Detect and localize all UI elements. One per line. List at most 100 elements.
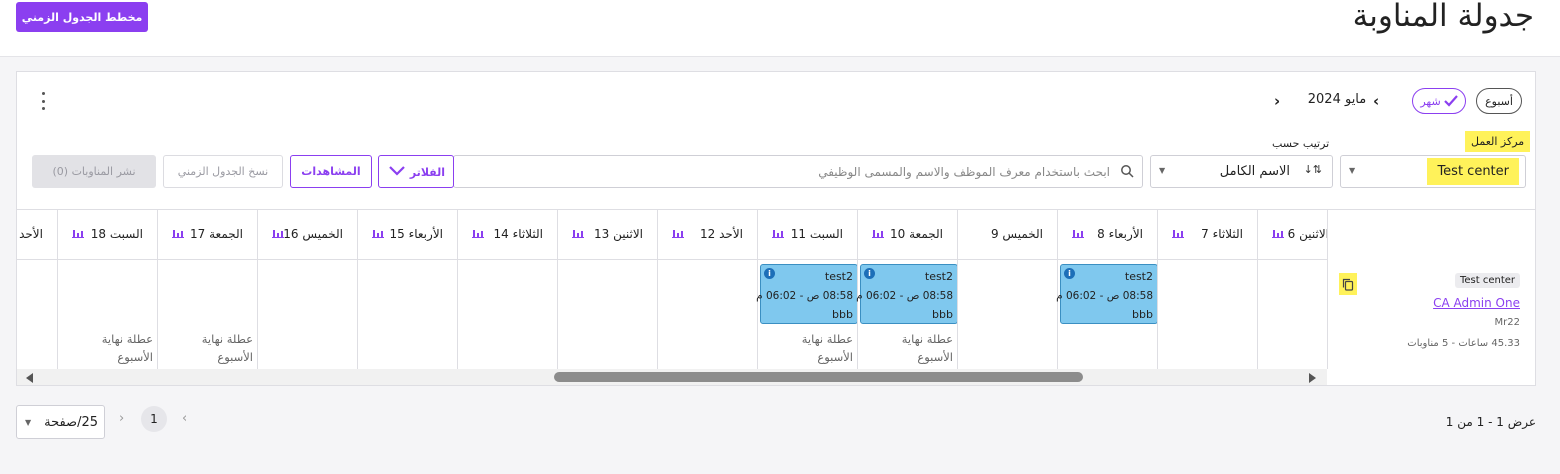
day-cell[interactable] xyxy=(957,260,1057,369)
employee-stats: 45.33 ساعات - 5 مناوبات xyxy=(1407,338,1520,349)
shift-card[interactable]: i test2 08:58 ص - 06:02 م bbb xyxy=(1056,264,1158,324)
shift-time: 08:58 ص - 06:02 م xyxy=(856,290,953,302)
copy-schedule-button[interactable]: نسخ الجدول الزمني xyxy=(163,155,283,188)
search-placeholder: ابحث باستخدام معرف الموظف والاسم والمسمى… xyxy=(818,165,1110,179)
bar-chart-icon[interactable] xyxy=(1072,228,1084,238)
bar-chart-icon[interactable] xyxy=(572,228,584,238)
day-label: الثلاثاء 14 xyxy=(493,227,543,241)
day-cell[interactable] xyxy=(457,260,557,369)
horizontal-scrollbar[interactable] xyxy=(17,369,1327,385)
search-input[interactable]: ابحث باستخدام معرف الموظف والاسم والمسمى… xyxy=(453,155,1143,188)
previous-page-icon[interactable]: › xyxy=(119,411,124,426)
search-icon xyxy=(1121,165,1134,178)
bar-chart-icon[interactable] xyxy=(72,228,84,238)
scrollbar-thumb[interactable] xyxy=(554,372,1083,382)
page-size-select[interactable]: 25/صفحة ▼ xyxy=(16,405,105,439)
bar-chart-icon[interactable] xyxy=(872,228,884,238)
sort-by-label: ترتيب حسب xyxy=(1272,137,1330,150)
employee-name-link[interactable]: CA Admin One xyxy=(1433,296,1520,310)
day-header-sun: الأحد xyxy=(17,210,57,260)
bar-chart-icon[interactable] xyxy=(472,228,484,238)
chevron-down-icon xyxy=(389,166,405,176)
bar-chart-icon[interactable] xyxy=(172,228,184,238)
day-header-16[interactable]: الخميس 16 xyxy=(257,210,357,260)
shift-card[interactable]: i test2 08:58 ص - 06:02 م bbb xyxy=(856,264,958,324)
day-cell[interactable]: i test2 08:58 ص - 06:02 م bbb عطلة نهاية… xyxy=(856,260,958,369)
day-header-14[interactable]: الثلاثاء 14 xyxy=(457,210,557,260)
bar-chart-icon[interactable] xyxy=(1272,228,1284,238)
sort-select[interactable]: ↓⇅ الاسم الكامل ▼ xyxy=(1150,155,1333,188)
day-header-18[interactable]: السبت 18 xyxy=(57,210,157,260)
employee-cell: Test center CA Admin One Mr22 45.33 ساعا… xyxy=(1327,260,1535,369)
work-center-value: Test center xyxy=(1427,158,1519,185)
employee-header-cell xyxy=(1327,210,1535,260)
day-label: الثلاثاء 7 xyxy=(1201,227,1243,241)
weekend-label: عطلة نهاية الأسبوع xyxy=(893,330,953,366)
day-header-10[interactable]: الجمعة 10 xyxy=(857,210,957,260)
scroll-right-icon[interactable] xyxy=(1309,373,1316,383)
filters-button[interactable]: الفلاتر xyxy=(378,155,454,188)
day-label: الخميس 9 xyxy=(990,227,1043,241)
view-month-toggle[interactable]: شهر xyxy=(1412,88,1466,114)
info-icon[interactable]: i xyxy=(1064,268,1075,279)
day-cell[interactable]: i test2 08:58 ص - 06:02 م bbb xyxy=(1056,260,1158,369)
bar-chart-icon[interactable] xyxy=(272,228,284,238)
day-header-11[interactable]: السبت 11 xyxy=(757,210,857,260)
view-week-toggle[interactable]: أسبوع xyxy=(1476,88,1522,114)
day-cell[interactable] xyxy=(257,260,357,369)
bar-chart-icon[interactable] xyxy=(772,228,784,238)
shift-note: bbb xyxy=(932,308,953,321)
weekend-line1: عطلة نهاية xyxy=(201,332,253,346)
day-header-7[interactable]: الثلاثاء 7 xyxy=(1157,210,1257,260)
shift-card[interactable]: i test2 08:58 ص - 06:02 م bbb xyxy=(756,264,858,324)
day-cell[interactable]: عطلة نهاية الأسبوع xyxy=(157,260,257,369)
timeline-chart-button[interactable]: مخطط الجدول الزمني xyxy=(16,2,148,32)
day-cell[interactable] xyxy=(1257,260,1327,369)
day-cell[interactable] xyxy=(657,260,757,369)
scroll-left-icon[interactable] xyxy=(26,373,33,383)
info-icon[interactable]: i xyxy=(864,268,875,279)
sort-icon: ↓⇅ xyxy=(1303,163,1322,176)
shift-title: test2 xyxy=(924,270,953,283)
day-cell[interactable] xyxy=(357,260,457,369)
day-cell[interactable]: i test2 08:58 ص - 06:02 م bbb عطلة نهاية… xyxy=(756,260,858,369)
day-header-15[interactable]: الأربعاء 15 xyxy=(357,210,457,260)
day-header-13[interactable]: الاثنين 13 xyxy=(557,210,657,260)
day-label: الاثنين 13 xyxy=(594,227,643,241)
schedule-grid: الأحد السبت 18 الجمعة 17 الخميس 16 الأرب… xyxy=(17,209,1535,369)
copy-icon[interactable] xyxy=(1339,273,1357,295)
day-header-12[interactable]: الأحد 12 xyxy=(657,210,757,260)
weekend-line2: الأسبوع xyxy=(217,350,253,364)
employee-code: Mr22 xyxy=(1494,317,1520,328)
day-header-17[interactable]: الجمعة 17 xyxy=(157,210,257,260)
info-icon[interactable]: i xyxy=(764,268,775,279)
sort-value: الاسم الكامل xyxy=(1219,164,1290,179)
page-title: جدولة المناوبة xyxy=(1352,0,1534,34)
bar-chart-icon[interactable] xyxy=(372,228,384,238)
work-center-select[interactable]: Test center ▼ xyxy=(1340,155,1526,188)
next-page-icon[interactable]: ‹ xyxy=(182,411,187,426)
view-month-label: شهر xyxy=(1420,94,1441,108)
shift-note: bbb xyxy=(1132,308,1153,321)
weekend-line1: عطلة نهاية xyxy=(101,332,153,346)
weekend-label: عطلة نهاية الأسبوع xyxy=(193,330,253,366)
weekend-line2: الأسبوع xyxy=(917,350,953,364)
day-header-8[interactable]: الأربعاء 8 xyxy=(1057,210,1157,260)
chevron-right-icon[interactable]: › xyxy=(1274,92,1280,110)
views-button[interactable]: المشاهدات xyxy=(290,155,372,188)
filters-label: الفلاتر xyxy=(409,166,445,179)
day-cell[interactable] xyxy=(1157,260,1257,369)
grid-header-row: الأحد السبت 18 الجمعة 17 الخميس 16 الأرب… xyxy=(17,209,1535,260)
page-header: مخطط الجدول الزمني جدولة المناوبة xyxy=(0,0,1560,57)
day-header-9[interactable]: الخميس 9 xyxy=(957,210,1057,260)
day-label: الجمعة 10 xyxy=(890,227,943,241)
day-cell[interactable]: عطلة نهاية الأسبوع xyxy=(57,260,157,369)
publish-shifts-button[interactable]: نشر المناوبات (0) xyxy=(32,155,156,188)
bar-chart-icon[interactable] xyxy=(672,228,684,238)
day-cell[interactable] xyxy=(557,260,657,369)
page-size-value: 25/صفحة xyxy=(44,415,98,430)
menu-dots-icon[interactable] xyxy=(39,92,47,110)
page-number-button[interactable]: 1 xyxy=(141,406,167,432)
weekend-label: عطلة نهاية الأسبوع xyxy=(93,330,153,366)
bar-chart-icon[interactable] xyxy=(1172,228,1184,238)
